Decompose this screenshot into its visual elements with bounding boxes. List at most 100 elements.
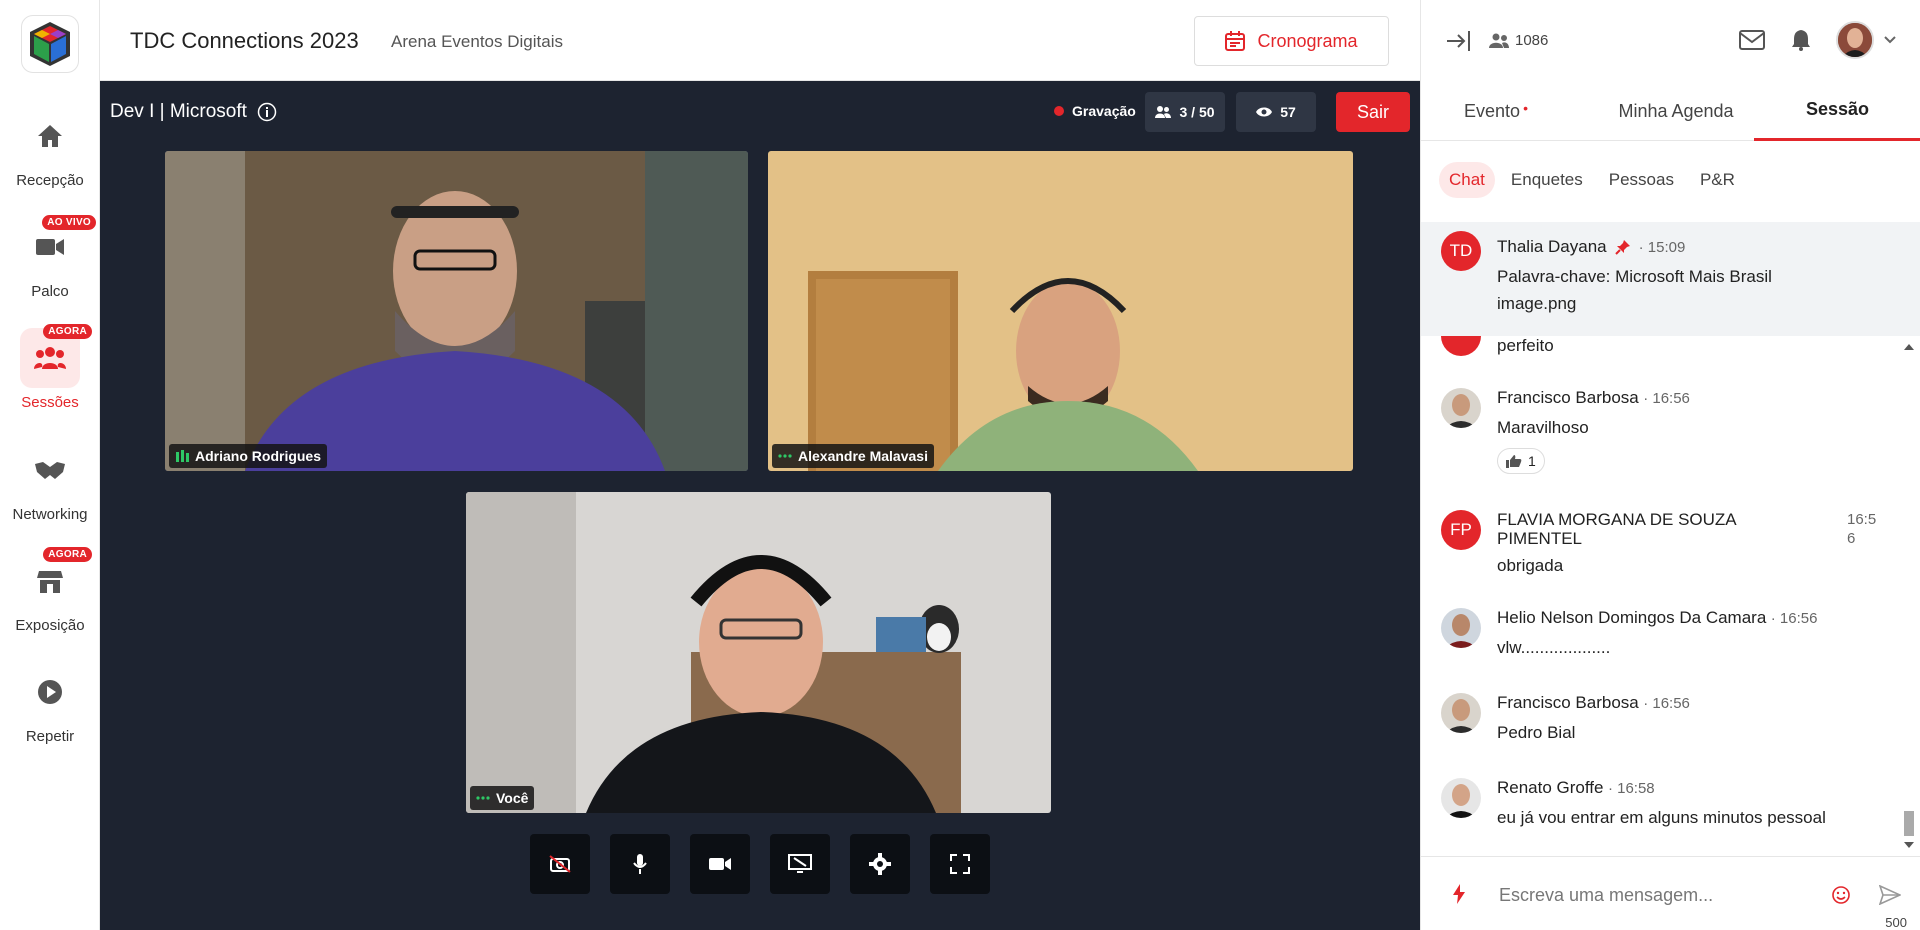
- leave-button[interactable]: Sair: [1336, 92, 1410, 132]
- message-text: perfeito: [1497, 336, 1554, 355]
- nav-label: Repetir: [25, 728, 75, 745]
- tab-sessao[interactable]: Sessão: [1754, 81, 1920, 141]
- avatar-photo-renato: [1441, 778, 1481, 818]
- video-tile[interactable]: Adriano Rodrigues: [165, 151, 748, 471]
- video-feed-voce: [466, 492, 1051, 813]
- message-author: Francisco Barbosa: [1497, 388, 1639, 407]
- recording-dot: [1054, 106, 1064, 116]
- live-badge: AO VIVO: [42, 215, 96, 230]
- reaction-count: 1: [1528, 453, 1536, 469]
- nav-label: Networking: [12, 506, 88, 523]
- nav-item-sessoes[interactable]: AGORA Sessões: [0, 324, 100, 411]
- recording-label: Gravação: [1072, 103, 1136, 119]
- sub-tabs: Chat Enquetes Pessoas P&R: [1439, 162, 1745, 198]
- avatar: TD: [1441, 231, 1481, 271]
- camera-icon: AO VIVO: [20, 215, 96, 277]
- message-text: obrigada: [1497, 556, 1564, 575]
- fullscreen-button[interactable]: [930, 834, 990, 894]
- tab-minha-agenda[interactable]: Minha Agenda: [1591, 81, 1761, 141]
- message-composer: 500: [1421, 856, 1920, 930]
- reaction-chip[interactable]: 1: [1497, 448, 1545, 474]
- video-stage: Dev I | Microsoft Gravação 3 / 50 57 Sai…: [100, 81, 1420, 930]
- video-icon: [709, 858, 731, 870]
- video-button[interactable]: [690, 834, 750, 894]
- message-text: Maravilhoso: [1497, 418, 1589, 437]
- message-time-part: 6: [1847, 530, 1856, 547]
- info-icon[interactable]: [257, 102, 277, 122]
- avatar: [1441, 608, 1481, 648]
- handshake-icon: [20, 440, 80, 500]
- session-title: Dev I | Microsoft: [110, 101, 277, 123]
- now-badge: AGORA: [43, 547, 92, 562]
- send-icon[interactable]: [1879, 885, 1901, 905]
- nav-item-exposicao[interactable]: AGORA Exposição: [0, 547, 100, 634]
- event-logo[interactable]: [21, 15, 79, 73]
- chat-message: Francisco Barbosa · 16:56 Pedro Bial: [1441, 693, 1901, 753]
- participant-name-tag: Alexandre Malavasi: [772, 444, 934, 468]
- settings-button[interactable]: [850, 834, 910, 894]
- schedule-label: Cronograma: [1257, 30, 1358, 51]
- people-icon: AGORA: [20, 324, 92, 388]
- chat-scrollbar[interactable]: [1900, 336, 1918, 856]
- message-author: Renato Groffe: [1497, 778, 1604, 797]
- avatar: FP: [1441, 510, 1481, 550]
- participants-count: 3 / 50: [1179, 104, 1215, 120]
- avatar[interactable]: [1836, 21, 1874, 59]
- tab-enquetes[interactable]: Enquetes: [1501, 162, 1593, 198]
- screen-share-button[interactable]: [770, 834, 830, 894]
- play-icon: [20, 662, 80, 722]
- nav-label: Exposição: [15, 617, 85, 634]
- schedule-button[interactable]: Cronograma: [1194, 16, 1389, 66]
- video-feed-adriano: [165, 151, 748, 471]
- tab-evento[interactable]: Evento •: [1441, 81, 1551, 141]
- user-avatar-image: [1838, 23, 1872, 57]
- main-tabs: Evento • Minha Agenda Sessão: [1421, 81, 1920, 141]
- event-title: TDC Connections 2023: [130, 28, 359, 53]
- video-tile[interactable]: Você: [466, 492, 1051, 813]
- emoji-icon[interactable]: [1832, 886, 1850, 904]
- avatar: [1441, 778, 1481, 818]
- message-time-part: 16:5: [1847, 511, 1877, 528]
- participant-name: Adriano Rodrigues: [195, 448, 322, 464]
- exit-panel-icon[interactable]: [1445, 29, 1471, 53]
- message-author: Thalia Dayana: [1497, 237, 1607, 256]
- audio-idle-icon: [476, 796, 490, 800]
- nav-item-palco[interactable]: AO VIVO Palco: [0, 215, 100, 300]
- message-input[interactable]: [1499, 879, 1829, 911]
- broken-image-alt: image.png: [1497, 294, 1577, 313]
- avatar-photo-helio: [1441, 608, 1481, 648]
- avatar: [1441, 693, 1481, 733]
- avatar-photo-francisco: [1441, 388, 1481, 428]
- audio-level-icon: [176, 450, 189, 462]
- video-feed-alexandre: [768, 151, 1353, 471]
- tab-chat[interactable]: Chat: [1439, 162, 1495, 198]
- chevron-down-icon[interactable]: [1884, 36, 1896, 44]
- online-count: 1086: [1515, 32, 1549, 49]
- video-tile[interactable]: Alexandre Malavasi: [768, 151, 1353, 471]
- microphone-button[interactable]: [610, 834, 670, 894]
- message-time: · 16:56: [1770, 610, 1818, 627]
- viewers-pill[interactable]: 57: [1236, 92, 1316, 132]
- nav-item-networking[interactable]: Networking: [0, 440, 100, 523]
- eye-icon: [1256, 107, 1273, 117]
- screen-share-icon: [788, 854, 812, 873]
- viewers-count: 57: [1280, 104, 1296, 120]
- tab-qa[interactable]: P&R: [1690, 162, 1745, 198]
- bell-icon[interactable]: [1791, 29, 1811, 51]
- users-icon: [1489, 33, 1509, 48]
- tab-pessoas[interactable]: Pessoas: [1599, 162, 1684, 198]
- notification-dot-icon: •: [1523, 100, 1528, 116]
- char-limit: 500: [1885, 915, 1907, 930]
- lightning-icon[interactable]: [1453, 884, 1465, 904]
- message-text: Palavra-chave: Microsoft Mais Brasil: [1497, 267, 1772, 286]
- mail-icon[interactable]: [1739, 30, 1765, 50]
- nav-item-recepcao[interactable]: Recepção: [0, 106, 100, 189]
- avatar: [1441, 336, 1481, 356]
- audio-idle-icon: [778, 454, 792, 458]
- message-author: Francisco Barbosa: [1497, 693, 1639, 712]
- message-text: vlw...................: [1497, 638, 1611, 657]
- nav-item-repetir[interactable]: Repetir: [0, 662, 100, 745]
- camera-off-button[interactable]: [530, 834, 590, 894]
- right-panel: 1086 Evento • Minha Agenda Sessão Chat E…: [1420, 0, 1920, 930]
- participants-pill[interactable]: 3 / 50: [1145, 92, 1225, 132]
